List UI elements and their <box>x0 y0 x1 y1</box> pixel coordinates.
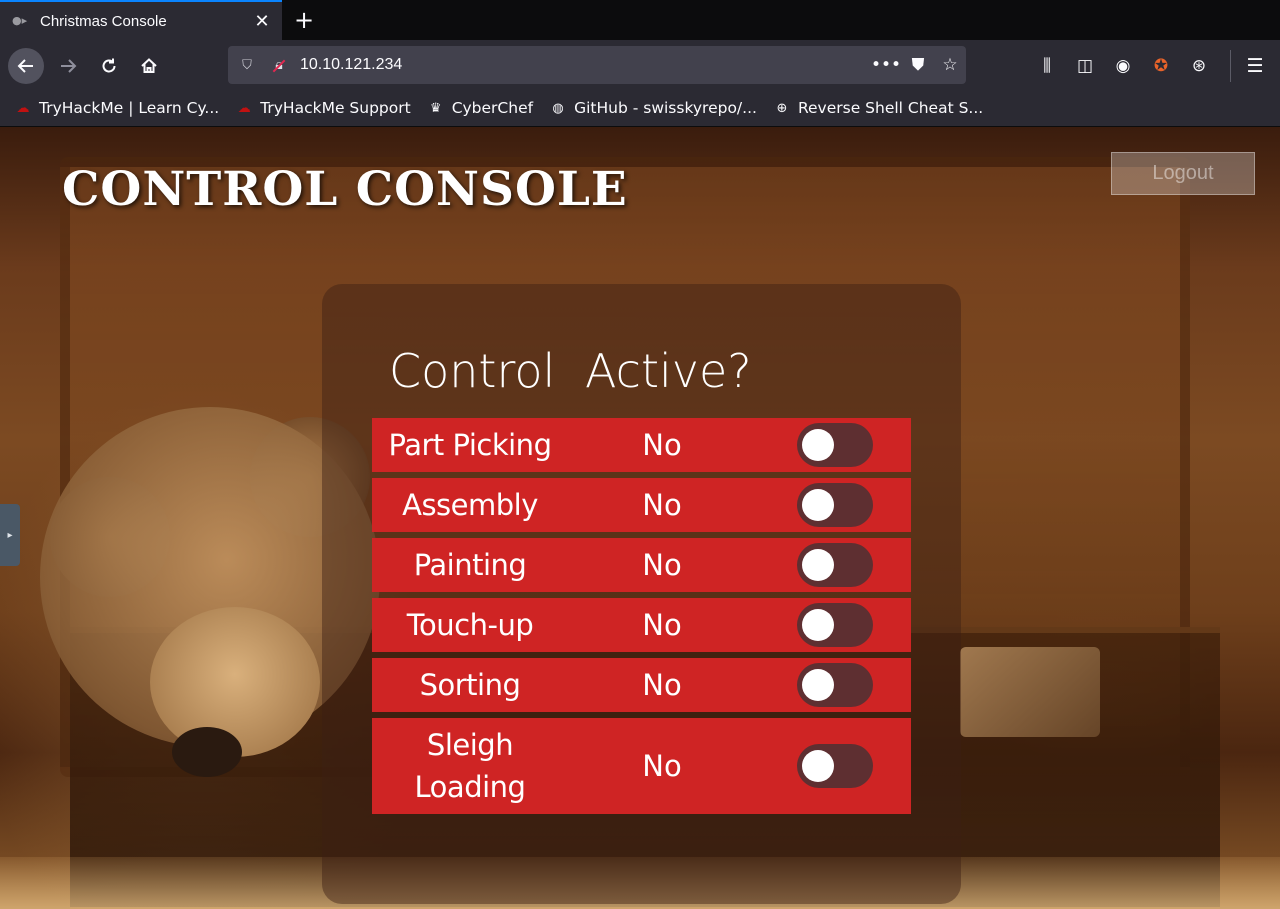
arrow-left-icon <box>17 59 33 73</box>
background-lock-plate <box>960 647 1100 737</box>
toggle-knob <box>802 429 834 461</box>
bookmark-item[interactable]: ⊕ Reverse Shell Cheat S... <box>773 99 983 117</box>
toolbar-icons: ⫼ ◫ ◉ ✪ ⊛ <box>1028 52 1218 80</box>
bookmark-label: TryHackMe | Learn Cy... <box>39 99 220 117</box>
control-status: No <box>642 608 682 642</box>
header-active: Active? <box>585 344 752 398</box>
pocket-icon[interactable]: ⛊ <box>902 55 934 75</box>
sidebar-icon[interactable]: ◫ <box>1066 52 1104 80</box>
page-actions-icon[interactable]: ••• <box>870 55 902 75</box>
home-button[interactable] <box>131 48 167 84</box>
bookmark-label: TryHackMe Support <box>260 99 411 117</box>
sidebar-toggle-handle[interactable]: ▸ <box>0 504 20 566</box>
control-name: Sleigh Loading <box>414 728 526 804</box>
toggle-switch-sorting[interactable] <box>797 663 873 707</box>
toggle-knob <box>802 549 834 581</box>
toggle-switch-painting[interactable] <box>797 543 873 587</box>
tab-title: Christmas Console <box>40 12 167 30</box>
bookmark-label: GitHub - swisskyrepo/... <box>574 99 757 117</box>
tab-christmas-console[interactable]: ●▸ Christmas Console ✕ <box>0 0 282 40</box>
toolbar-divider <box>1230 50 1231 82</box>
toggle-knob <box>802 609 834 641</box>
reload-button[interactable] <box>91 48 127 84</box>
control-status: No <box>642 428 682 462</box>
back-button[interactable] <box>8 48 44 84</box>
header-control: Control <box>389 344 556 398</box>
toggle-switch-assembly[interactable] <box>797 483 873 527</box>
tryhackme-icon: ☁ <box>237 100 251 116</box>
control-name: Painting <box>413 548 527 582</box>
navigation-toolbar: ⛉ 🔒︎ 10.10.121.234 ••• ⛊ ☆ ⫼ ◫ ◉ ✪ ⊛ ☰ <box>0 40 1280 90</box>
menu-icon[interactable]: ☰ <box>1240 52 1270 80</box>
toggle-knob <box>802 750 834 782</box>
bookmark-item[interactable]: ◍ GitHub - swisskyrepo/... <box>549 99 757 117</box>
control-row-touch-up: Touch-up No <box>372 598 911 652</box>
toggle-knob <box>802 669 834 701</box>
forward-button[interactable] <box>50 48 86 84</box>
background-bear-nose <box>172 727 242 777</box>
bookmark-label: Reverse Shell Cheat S... <box>797 99 984 117</box>
table-header: Control Active? <box>389 344 752 398</box>
control-row-assembly: Assembly No <box>372 478 911 532</box>
control-status: No <box>642 548 682 582</box>
arrow-right-icon <box>61 59 77 73</box>
control-name: Part Picking <box>388 428 552 462</box>
address-bar[interactable]: ⛉ 🔒︎ 10.10.121.234 ••• ⛊ ☆ <box>228 46 966 84</box>
bookmark-item[interactable]: ♛ CyberChef <box>427 99 533 117</box>
toggle-switch-part-picking[interactable] <box>797 423 873 467</box>
control-name: Assembly <box>402 488 538 522</box>
control-row-sorting: Sorting No <box>372 658 911 712</box>
page-favicon-icon: ●▸ <box>12 14 28 27</box>
control-status: No <box>642 488 682 522</box>
bookmark-star-icon[interactable]: ☆ <box>934 55 966 75</box>
page-title: CONTROL CONSOLE <box>62 162 628 217</box>
reload-icon <box>102 58 116 73</box>
control-status: No <box>642 668 682 702</box>
control-status: No <box>642 749 682 783</box>
toggle-switch-sleigh-loading[interactable] <box>797 744 873 788</box>
extension-icon[interactable]: ⊛ <box>1180 52 1218 80</box>
control-name: Sorting <box>419 668 521 702</box>
tab-bar: ●▸ Christmas Console ✕ + <box>0 0 1280 40</box>
background-bear-snout <box>150 607 320 757</box>
bookmark-item[interactable]: ☁ TryHackMe Support <box>235 99 411 117</box>
close-icon[interactable]: ✕ <box>250 9 274 33</box>
new-tab-button[interactable]: + <box>290 6 318 34</box>
control-row-painting: Painting No <box>372 538 911 592</box>
control-row-sleigh-loading: Sleigh Loading No <box>372 718 911 814</box>
home-icon <box>141 58 157 73</box>
url-input[interactable]: 10.10.121.234 <box>300 56 870 74</box>
bookmark-label: CyberChef <box>451 99 534 117</box>
page-content: ▸ CONTROL CONSOLE Logout Control Active?… <box>0 127 1280 909</box>
library-icon[interactable]: ⫼ <box>1028 52 1066 80</box>
tryhackme-icon: ☁ <box>16 100 30 116</box>
github-icon: ◍ <box>552 100 564 116</box>
extension-icon[interactable]: ✪ <box>1142 52 1180 80</box>
bookmarks-toolbar: ☁ TryHackMe | Learn Cy... ☁ TryHackMe Su… <box>0 90 1280 127</box>
bookmark-item[interactable]: ☁ TryHackMe | Learn Cy... <box>14 99 220 117</box>
chef-hat-icon: ♛ <box>429 100 442 116</box>
toggle-switch-touch-up[interactable] <box>797 603 873 647</box>
control-row-part-picking: Part Picking No <box>372 418 911 472</box>
insecure-lock-icon[interactable]: 🔒︎ <box>270 57 288 73</box>
account-icon[interactable]: ◉ <box>1104 52 1142 80</box>
toggle-knob <box>802 489 834 521</box>
control-name: Touch-up <box>406 608 534 642</box>
tracking-shield-icon[interactable]: ⛉ <box>238 58 256 73</box>
control-panel: Control Active? Part Picking No Assembly… <box>322 284 961 904</box>
logout-button[interactable]: Logout <box>1111 152 1255 195</box>
globe-icon: ⊕ <box>776 100 788 116</box>
